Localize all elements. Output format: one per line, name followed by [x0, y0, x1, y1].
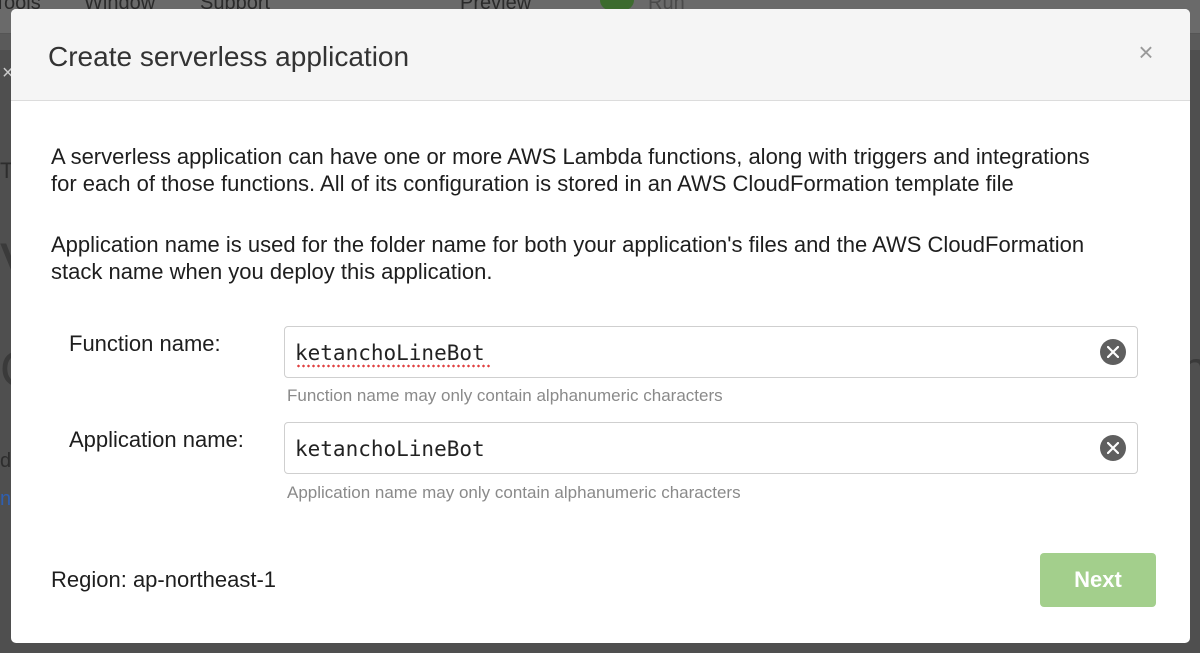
create-serverless-dialog: Create serverless application × A server…	[11, 9, 1190, 643]
application-name-help: Application name may only contain alphan…	[287, 483, 741, 502]
dialog-header: Create serverless application ×	[11, 9, 1190, 101]
clear-icon	[1107, 346, 1119, 358]
clear-icon	[1107, 442, 1119, 454]
background-text: n	[0, 488, 12, 510]
function-name-field[interactable]	[284, 326, 1138, 378]
region-label: Region: ap-northeast-1	[51, 567, 277, 592]
function-name-label: Function name:	[69, 331, 221, 356]
close-icon[interactable]: ×	[1133, 39, 1159, 65]
dialog-title: Create serverless application	[48, 41, 410, 72]
next-button[interactable]: Next	[1040, 553, 1156, 607]
background-text: d	[0, 450, 12, 472]
clear-application-name-button[interactable]	[1100, 435, 1126, 461]
application-name-input[interactable]	[295, 433, 1085, 465]
dialog-description: A serverless application can have one or…	[51, 144, 1090, 196]
function-name-help: Function name may only contain alphanume…	[287, 386, 723, 405]
dialog-description-application-name: Application name is used for the folder …	[51, 232, 1085, 284]
application-name-label: Application name:	[69, 427, 244, 452]
application-name-field[interactable]	[284, 422, 1138, 474]
clear-function-name-button[interactable]	[1100, 339, 1126, 365]
spellcheck-underline	[296, 364, 490, 368]
